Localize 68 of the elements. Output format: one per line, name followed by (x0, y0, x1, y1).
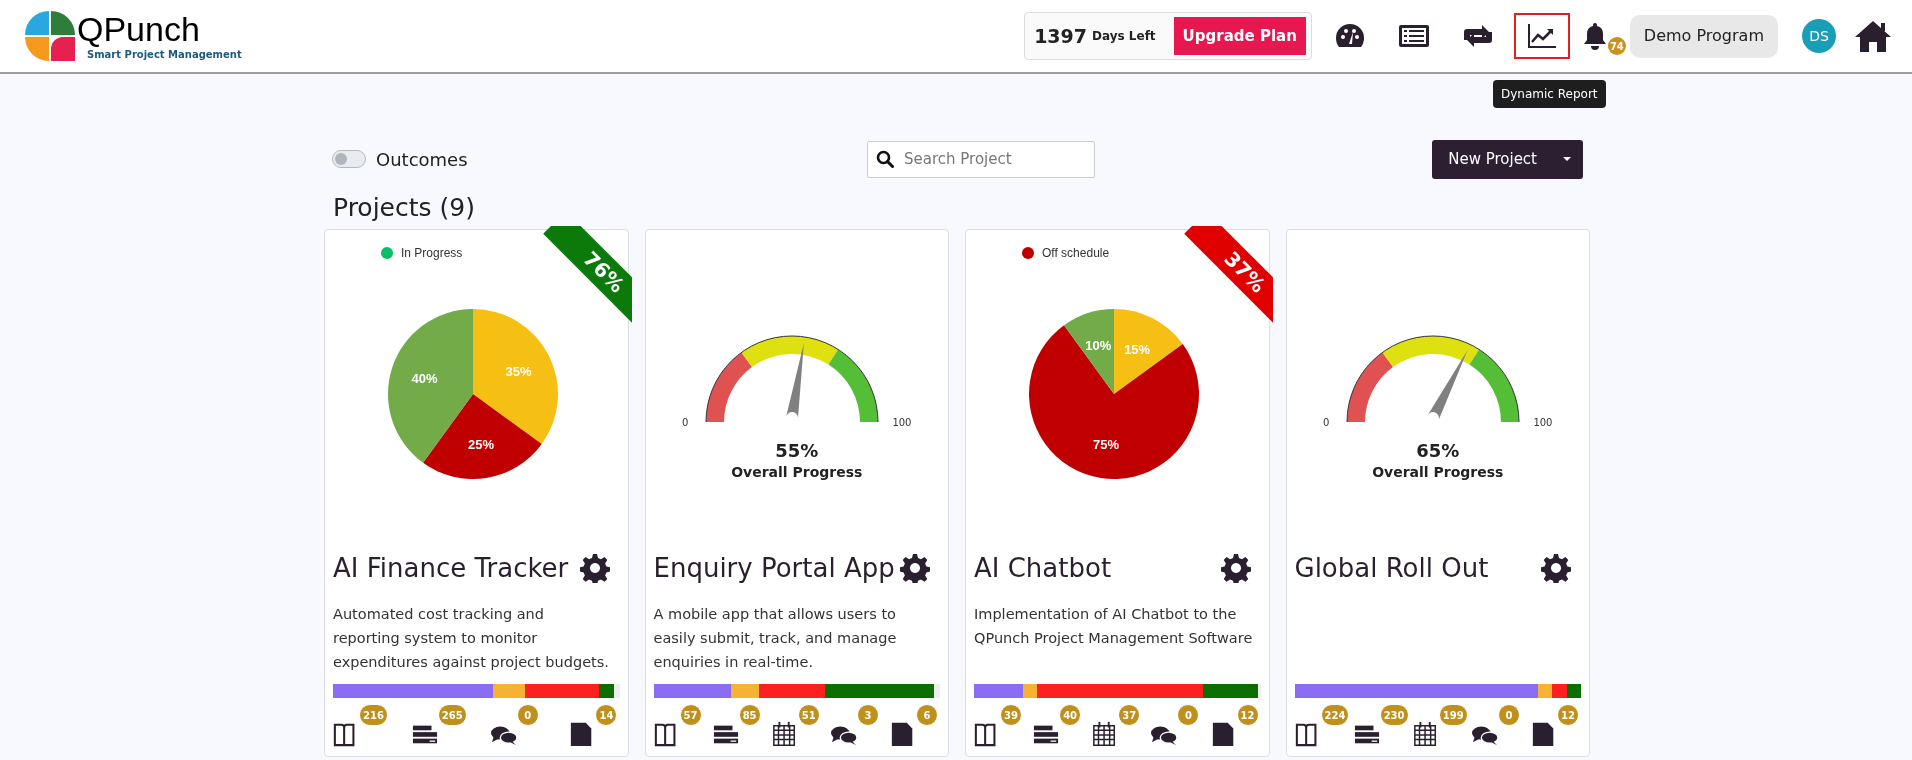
gauge-min-label: 0 (682, 416, 689, 430)
gauge-value: 65% (1416, 440, 1460, 462)
outcomes-label: Outcomes (376, 147, 468, 172)
gauge-max-label: 100 (892, 416, 912, 430)
notification-badge: 74 (1607, 37, 1626, 55)
settings-icon[interactable] (900, 553, 930, 583)
project-description: Automated cost tracking and reporting system to monitor expenditures against project budgets. (333, 605, 610, 672)
count-badge: 3 (856, 704, 879, 726)
program-button[interactable]: Demo Program (1629, 14, 1778, 58)
count-badge: 12 (1557, 704, 1579, 726)
count-badge: 12 (1236, 704, 1259, 726)
count-badge: 216 (359, 704, 388, 726)
project-name: AI Finance Tracker (333, 551, 569, 585)
settings-icon[interactable] (1220, 553, 1251, 583)
count-badge: 0 (516, 704, 539, 726)
outcomes-toggle[interactable] (332, 150, 366, 168)
logo-text: QPunch (77, 10, 201, 47)
count-badge: 199 (1438, 704, 1468, 726)
count-badge: 0 (1497, 704, 1520, 726)
tagline: Smart Project Management (87, 47, 242, 62)
search-input[interactable]: Search Project (904, 147, 1074, 171)
count-badge: 230 (1379, 704, 1409, 726)
days-label: Days Left (1092, 28, 1156, 45)
search-field[interactable]: Search Project (867, 140, 1095, 178)
project-name: AI Chatbot (974, 551, 1112, 585)
count-badge: 40 (1059, 704, 1082, 726)
count-badge: 224 (1320, 704, 1350, 726)
data-label: 15% (1124, 341, 1151, 357)
settings-icon[interactable] (579, 553, 610, 583)
gauge-min-label: 0 (1323, 416, 1330, 430)
data-label: 75% (1093, 437, 1120, 453)
data-label: 25% (467, 437, 494, 453)
tooltip: Dynamic Report (1493, 80, 1606, 108)
count-badge: 51 (797, 704, 820, 726)
search-icon (876, 150, 894, 168)
gauge-max-label: 100 (1533, 416, 1553, 430)
count-badge: 57 (679, 704, 702, 726)
project-description: A mobile app that allows users to easily submit, track, and manage enquiries in real-time. (653, 605, 898, 672)
gauge-label: Overall Progress (731, 463, 863, 482)
upgrade-plan-button[interactable]: Upgrade Plan (1173, 17, 1306, 55)
count-badge: 37 (1118, 704, 1141, 726)
caret-icon (1562, 156, 1572, 162)
home-icon[interactable] (1854, 19, 1892, 53)
data-label: 10% (1085, 338, 1112, 354)
status-label: In Progress (401, 245, 463, 262)
days-count: 1397 (1034, 23, 1088, 49)
count-badge: 265 (437, 704, 467, 726)
gauge-needle (1428, 350, 1468, 421)
gauge-label: Overall Progress (1372, 463, 1504, 482)
project-description: Implementation of AI Chatbot to the QPunch Project Management Software (974, 605, 1254, 648)
gauge-value: 55% (775, 440, 819, 462)
count-badge: 6 (916, 704, 938, 726)
data-label: 35% (505, 363, 532, 379)
status-label: Off schedule (1042, 245, 1110, 262)
bell-icon[interactable] (1581, 21, 1608, 51)
project-name: Global Roll Out (1294, 551, 1489, 585)
page-title: Projects (9) (333, 193, 476, 223)
settings-icon[interactable] (1541, 553, 1571, 583)
calendar-icon[interactable] (1412, 720, 1439, 748)
calendar-icon[interactable] (771, 720, 798, 748)
data-label: 40% (411, 371, 438, 387)
count-badge: 39 (1000, 704, 1022, 726)
count-badge: 0 (1177, 704, 1200, 726)
line-chart-button[interactable] (1513, 13, 1570, 59)
count-badge: 85 (738, 704, 761, 726)
logo-icon (25, 11, 75, 61)
count-badge: 14 (595, 704, 618, 726)
project-name: Enquiry Portal App (653, 551, 895, 585)
